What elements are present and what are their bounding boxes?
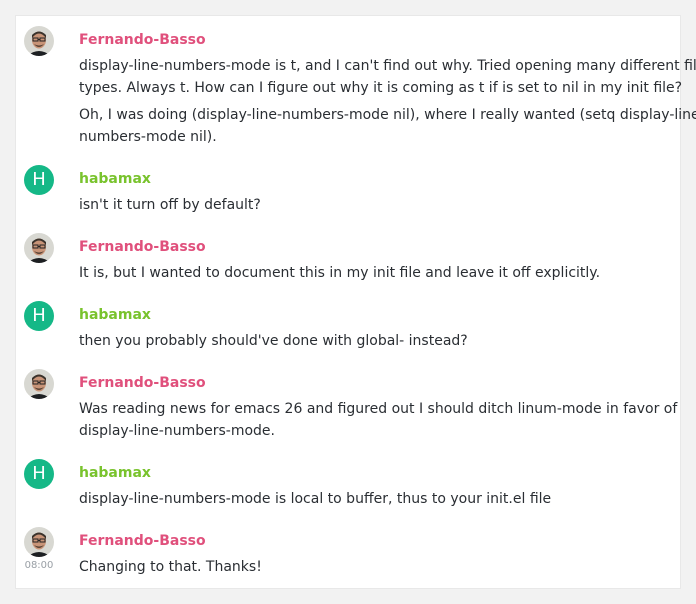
message-timestamp[interactable]: 08:00 <box>23 560 55 572</box>
message-text: types. Always t. How can I figure out wh… <box>79 80 683 96</box>
user-avatar-photo[interactable] <box>24 369 54 399</box>
username[interactable]: habamax <box>79 170 151 188</box>
username[interactable]: Fernando-Basso <box>79 31 206 49</box>
username[interactable]: Fernando-Basso <box>79 374 206 392</box>
avatar-photo-icon <box>24 233 54 263</box>
username[interactable]: Fernando-Basso <box>79 238 206 256</box>
message-text: display-line-numbers-mode is t, and I ca… <box>79 58 696 74</box>
message-text: isn't it turn off by default? <box>79 197 261 213</box>
message-text: It is, but I wanted to document this in … <box>79 265 601 281</box>
username[interactable]: habamax <box>79 464 151 482</box>
user-avatar-letter[interactable]: H <box>24 459 54 489</box>
avatar-photo-icon <box>24 527 54 557</box>
user-avatar-photo[interactable] <box>24 26 54 56</box>
message-text: Oh, I was doing (display-line-numbers-mo… <box>79 107 696 123</box>
message-text: display-line-numbers-mode. <box>79 423 275 439</box>
chat-panel: Fernando-Basso display-line-numbers-mode… <box>16 16 696 588</box>
username[interactable]: habamax <box>79 306 151 324</box>
message-text: display-line-numbers-mode is local to bu… <box>79 491 552 507</box>
avatar-photo-icon <box>24 369 54 399</box>
avatar-photo-icon <box>24 26 54 56</box>
message-text: numbers-mode nil). <box>79 129 217 145</box>
user-avatar-letter[interactable]: H <box>24 301 54 331</box>
user-avatar-letter[interactable]: H <box>24 165 54 195</box>
username[interactable]: Fernando-Basso <box>79 532 206 550</box>
user-avatar-photo[interactable] <box>24 233 54 263</box>
message-text: then you probably should've done with gl… <box>79 333 468 349</box>
user-avatar-photo[interactable] <box>24 527 54 557</box>
message-text: Changing to that. Thanks! <box>79 559 262 575</box>
message-text: Was reading news for emacs 26 and figure… <box>79 401 678 417</box>
